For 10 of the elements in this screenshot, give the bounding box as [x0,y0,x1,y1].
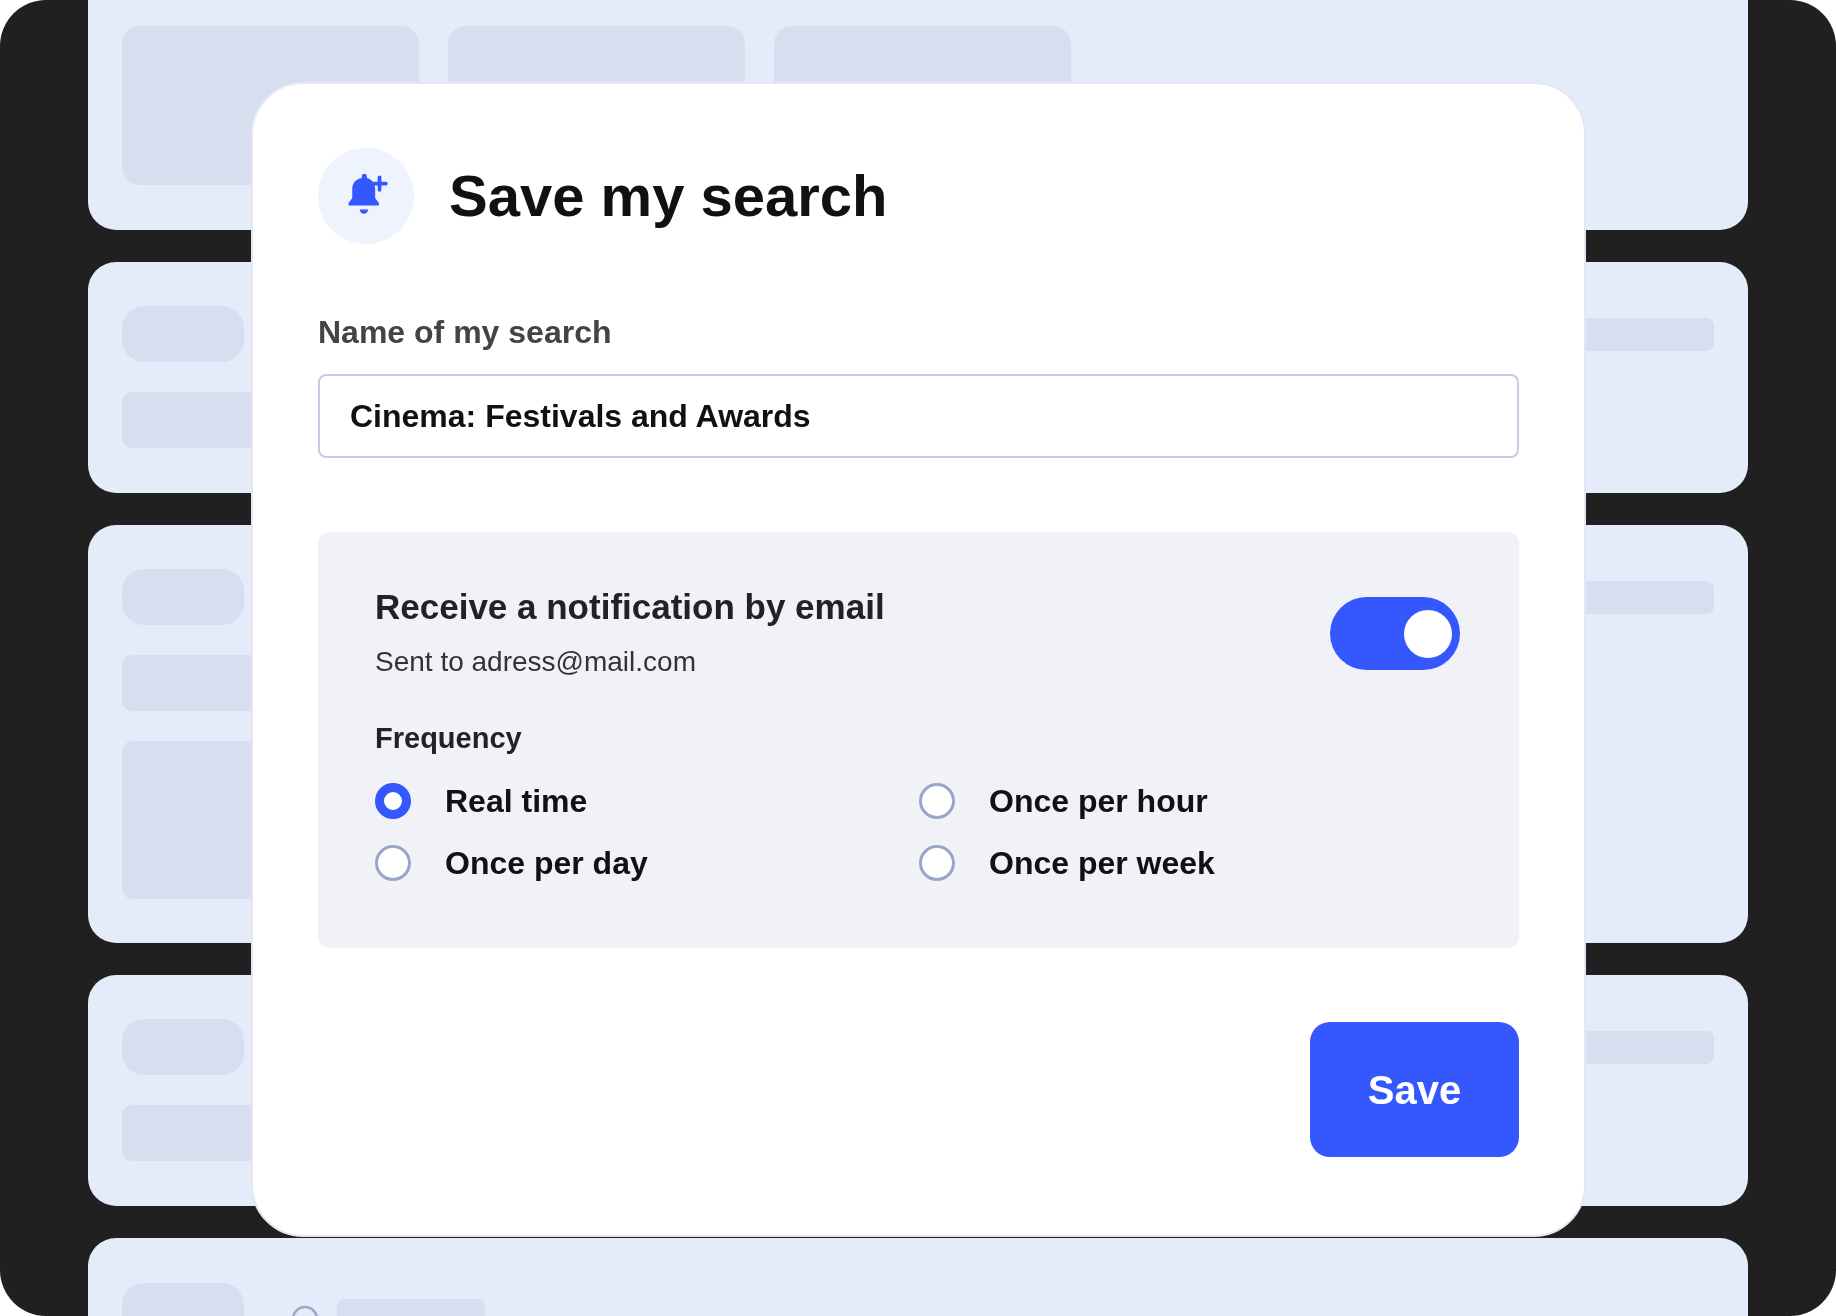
field-label: Name of my search [318,316,613,348]
notification-title: Receive a notification by email [375,589,885,624]
frequency-label: Frequency [375,724,523,753]
frequency-option[interactable]: Real time [375,783,919,819]
frequency-option[interactable]: Once per hour [919,783,1462,819]
notification-subtitle: Sent to adress@mail.com [375,648,697,676]
frequency-option[interactable]: Once per week [919,845,1462,881]
search-name-field[interactable]: Cinema: Festivals and Awards [318,374,1519,458]
frequency-option[interactable]: Once per day [375,845,919,881]
save-button[interactable]: Save [1310,1022,1519,1157]
